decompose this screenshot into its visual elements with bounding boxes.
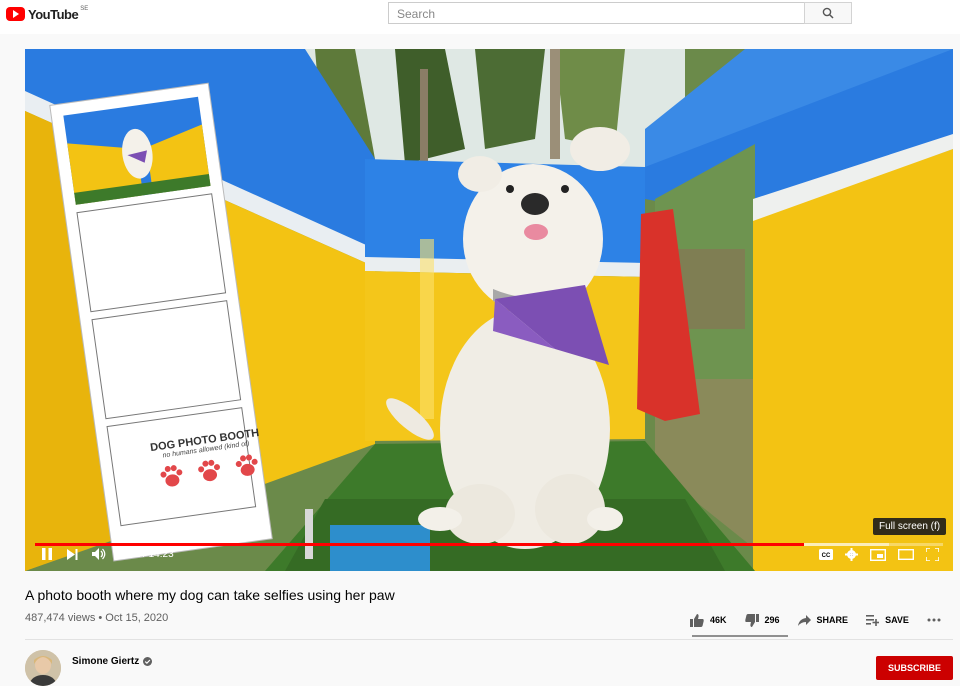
- share-label: SHARE: [816, 615, 849, 625]
- video-player[interactable]: DOG PHOTO BOOTH no humans allowed (kind …: [25, 49, 953, 571]
- thumbs-up-icon: [690, 613, 704, 627]
- dislike-button[interactable]: 296: [744, 613, 780, 627]
- search-button[interactable]: [804, 2, 852, 24]
- paw-icon: [197, 459, 220, 482]
- next-icon[interactable]: [67, 548, 78, 560]
- search-icon: [822, 7, 834, 19]
- like-button[interactable]: 46K: [690, 613, 727, 627]
- channel-name-text: Simone Giertz: [72, 656, 140, 667]
- channel-name[interactable]: Simone Giertz: [72, 656, 153, 667]
- youtube-logo[interactable]: YouTube SE: [6, 5, 88, 23]
- pause-icon[interactable]: [41, 548, 53, 560]
- search-input[interactable]: Search: [388, 2, 805, 24]
- thumbs-down-icon: [744, 613, 759, 627]
- player-controls: 12:11 / 14:23 CC: [25, 546, 953, 571]
- time-display: 12:11 / 14:23: [116, 548, 174, 560]
- like-ratio-fill: [692, 635, 788, 637]
- more-actions-button[interactable]: [927, 618, 941, 622]
- top-bar: YouTube SE Search: [0, 0, 960, 34]
- miniplayer-icon[interactable]: [870, 548, 886, 561]
- more-horizontal-icon: [927, 618, 941, 622]
- video-frame: [25, 49, 953, 571]
- logo-country-code: SE: [80, 6, 89, 12]
- youtube-play-icon: [6, 7, 25, 21]
- fullscreen-tooltip: Full screen (f): [873, 518, 947, 535]
- logo-text: YouTube: [28, 6, 79, 22]
- video-actions: 46K 296 SHARE SAVE: [690, 610, 941, 630]
- theater-icon[interactable]: [898, 549, 914, 560]
- playlist-add-icon: [866, 614, 880, 626]
- avatar-image: [25, 650, 61, 686]
- paw-icon: [160, 465, 182, 487]
- share-icon: [797, 614, 811, 626]
- settings-icon[interactable]: [845, 548, 858, 561]
- svg-text:CC: CC: [822, 553, 831, 559]
- subscribe-button[interactable]: SUBSCRIBE: [876, 656, 953, 680]
- video-title: A photo booth where my dog can take self…: [25, 587, 395, 603]
- volume-icon[interactable]: [92, 548, 106, 560]
- like-count: 46K: [710, 615, 727, 625]
- fullscreen-icon[interactable]: [926, 548, 939, 561]
- paw-icon: [235, 454, 258, 476]
- share-button[interactable]: SHARE: [797, 614, 849, 626]
- channel-avatar[interactable]: [25, 650, 61, 686]
- verified-icon: [143, 657, 153, 666]
- dislike-count: 296: [764, 615, 780, 625]
- like-dislike-bar: [692, 635, 788, 637]
- save-label: SAVE: [885, 615, 909, 625]
- divider: [25, 639, 953, 640]
- save-button[interactable]: SAVE: [866, 614, 909, 626]
- captions-icon[interactable]: CC: [819, 549, 833, 560]
- video-meta: 487,474 views • Oct 15, 2020: [25, 612, 169, 624]
